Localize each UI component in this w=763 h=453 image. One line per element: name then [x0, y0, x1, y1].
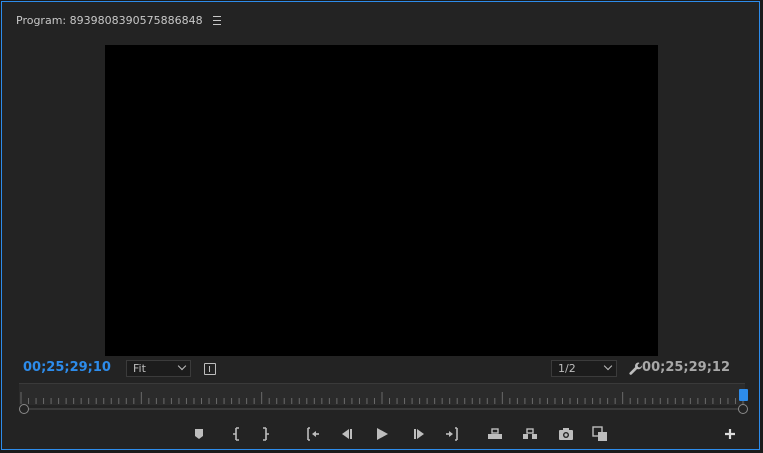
zoom-scroll-right-handle[interactable]: [738, 404, 748, 414]
playback-resolution-value: 1/2: [558, 362, 576, 375]
play-icon[interactable]: [373, 426, 391, 442]
transport-controls: [2, 422, 761, 446]
go-to-out-icon[interactable]: [443, 426, 461, 442]
go-to-in-icon[interactable]: [304, 426, 322, 442]
export-frame-icon[interactable]: [557, 426, 575, 442]
program-monitor-panel: Program: 8939808390575886848 00;25;29;10…: [1, 1, 760, 450]
chevron-down-icon: [177, 361, 187, 371]
playback-resolution-select[interactable]: 1/2: [551, 360, 617, 377]
step-back-icon[interactable]: [338, 426, 356, 442]
chevron-down-icon: [603, 361, 613, 371]
ruler-ticks: [20, 392, 744, 404]
playhead[interactable]: [739, 389, 748, 401]
comparison-view-icon[interactable]: [591, 426, 609, 442]
step-forward-icon[interactable]: [410, 426, 428, 442]
mark-out-icon[interactable]: [258, 426, 276, 442]
lift-icon[interactable]: [486, 426, 504, 442]
panel-header: Program: 8939808390575886848: [16, 13, 221, 27]
zoom-level-select[interactable]: Fit: [126, 360, 191, 377]
zoom-scroll-track[interactable]: [24, 408, 743, 410]
zoom-level-value: Fit: [133, 362, 146, 375]
duration-timecode: 00;25;29;12: [642, 360, 730, 375]
add-marker-icon[interactable]: [190, 426, 208, 442]
zoom-scroll-left-handle[interactable]: [19, 404, 29, 414]
current-timecode[interactable]: 00;25;29;10: [23, 360, 111, 375]
video-viewport[interactable]: [105, 45, 658, 356]
mark-in-icon[interactable]: [226, 426, 244, 442]
add-button-icon[interactable]: [721, 426, 739, 442]
hamburger-menu-icon[interactable]: [212, 15, 221, 25]
time-ruler[interactable]: [19, 383, 745, 405]
safe-margins-icon[interactable]: [204, 363, 216, 375]
extract-icon[interactable]: [521, 426, 539, 442]
panel-title: Program: 8939808390575886848: [16, 13, 203, 27]
